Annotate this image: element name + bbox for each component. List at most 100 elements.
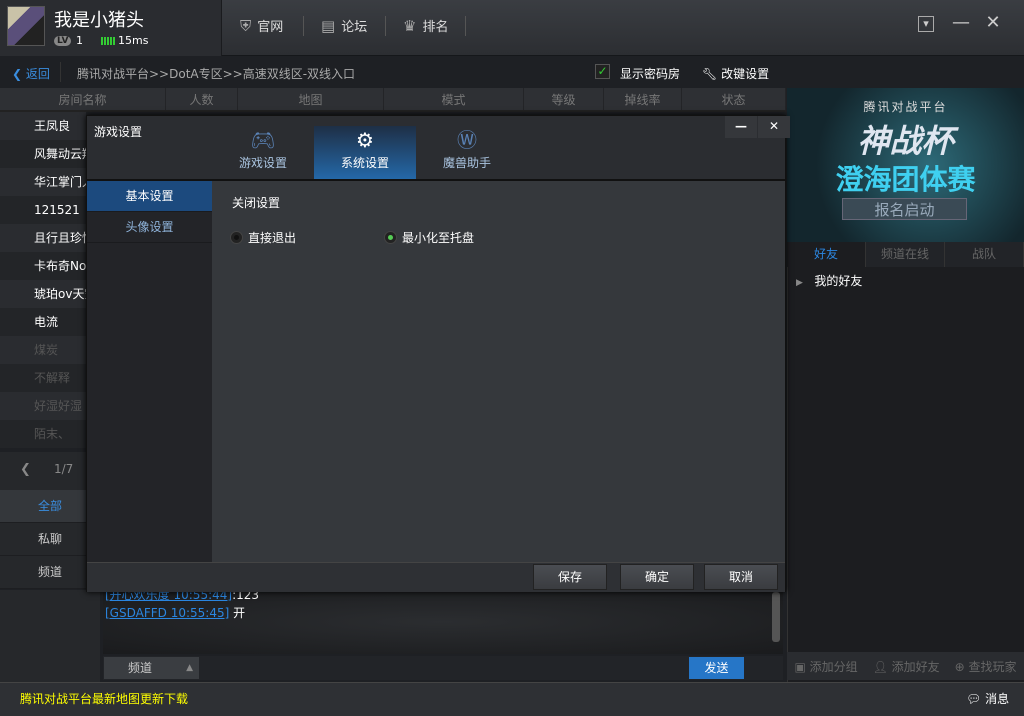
friend-tab[interactable]: 频道在线 [866, 242, 945, 267]
show-password-rooms-checkbox[interactable]: ✓ [595, 64, 610, 79]
room-row[interactable]: 风舞动云翔 [0, 140, 86, 168]
radio-icon [230, 231, 243, 244]
chat-log: [开心欢乐度 10:55:44]:123 [GSDAFFD 10:55:45] … [103, 588, 783, 654]
key-settings-label: 改键设置 [721, 67, 770, 81]
news-link[interactable]: 腾讯对战平台最新地图更新下载 [20, 690, 188, 707]
menu-avatar-settings[interactable]: 头像设置 [87, 212, 212, 243]
col-room-name[interactable]: 房间名称 [0, 88, 166, 110]
window-minimize-button[interactable]: — [950, 12, 972, 33]
chat-tabs: 全部 私聊 频道 [0, 490, 100, 589]
prev-page-button[interactable]: ❮ [20, 462, 31, 477]
settings-menu: 基本设置 头像设置 [87, 181, 212, 562]
divider [60, 62, 61, 82]
friend-tab[interactable]: 战队 [945, 242, 1024, 267]
game-settings-dialog: 游戏设置 — ✕ 🎮︎ 游戏设置 ⚙ 系统设置 Ⓦ 魔兽助手 基本设置 头像设置 关闭… [86, 115, 790, 592]
dialog-minimize-button[interactable]: — [725, 116, 757, 138]
key-settings-button[interactable]: 🔧︎ 改键设置 [702, 65, 769, 82]
room-row[interactable]: 不解释 [0, 364, 86, 392]
room-row[interactable]: 电流 [0, 308, 86, 336]
col-players[interactable]: 人数 [166, 88, 238, 110]
menu-basic-settings[interactable]: 基本设置 [87, 181, 212, 212]
ping-value: 15ms [118, 34, 149, 47]
channel-select[interactable]: 频道 ▲ [104, 657, 199, 679]
radio-selected-icon [384, 231, 397, 244]
message-icon: 💬︎ [966, 692, 982, 706]
col-status[interactable]: 状态 [682, 88, 786, 110]
col-level[interactable]: 等级 [524, 88, 604, 110]
back-button[interactable]: ❮ 返回 [12, 65, 50, 82]
send-button[interactable]: 发送 [689, 657, 744, 679]
col-mode[interactable]: 模式 [384, 88, 524, 110]
event-banner[interactable]: 腾讯对战平台 神战杯 澄海团体赛 报名启动 [787, 88, 1024, 242]
chat-tab[interactable]: 私聊 [0, 523, 100, 556]
room-row[interactable]: 陌末、 [0, 420, 86, 448]
friend-group-label: 我的好友 [814, 274, 863, 288]
window-close-button[interactable]: ✕ [982, 12, 1004, 33]
chat-tab[interactable]: 全部 [0, 490, 100, 523]
room-row[interactable]: 好湿好湿 [0, 392, 86, 420]
channel-label: 频道 [128, 661, 153, 675]
chat-sender-link[interactable]: [GSDAFFD 10:55:45] [105, 606, 229, 620]
avatar[interactable] [7, 6, 45, 46]
chat-tab[interactable]: 频道 [0, 556, 100, 589]
tab-label: 魔兽助手 [442, 156, 491, 170]
room-row[interactable]: 琥珀ov天空 [0, 280, 86, 308]
radio-minimize-to-tray[interactable]: 最小化至托盘 [384, 229, 474, 246]
col-drop-rate[interactable]: 掉线率 [604, 88, 682, 110]
messages-label: 消息 [985, 692, 1010, 706]
tab-warcraft-helper[interactable]: Ⓦ 魔兽助手 [416, 126, 518, 179]
username: 我是小猪头 [54, 10, 144, 31]
banner-signup-button[interactable]: 报名启动 [842, 198, 967, 220]
cancel-button[interactable]: 取消 [704, 564, 778, 590]
room-list: 王凤良风舞动云翔华江掌门人121521且行且珍惜卡布奇No琥珀ov天空电流煤炭不… [0, 112, 86, 448]
room-row[interactable]: 121521 [0, 196, 86, 224]
tab-game-settings[interactable]: 🎮︎ 游戏设置 [212, 126, 314, 179]
room-row[interactable]: 王凤良 [0, 112, 86, 140]
ok-button[interactable]: 确定 [620, 564, 694, 590]
nav-label: 论坛 [341, 20, 368, 35]
add-group-label: 添加分组 [809, 659, 858, 674]
friend-actions: ▣ 添加分组 👤︎ 添加好友 ⊕ 查找玩家 [787, 652, 1024, 680]
divider [385, 16, 386, 36]
tab-label: 游戏设置 [238, 156, 287, 170]
add-group-button[interactable]: ▣ 添加分组 [794, 658, 857, 675]
gamepad-icon: 🎮︎ [250, 128, 276, 152]
back-label: 返回 [25, 67, 50, 81]
room-row[interactable]: 华江掌门人 [0, 168, 86, 196]
nav-official-site[interactable]: ⛨ 官网 [240, 16, 284, 36]
show-password-rooms-label[interactable]: 显示密码房 [620, 65, 680, 82]
nav-label: 官网 [257, 20, 284, 35]
divider [465, 16, 466, 36]
col-map[interactable]: 地图 [238, 88, 384, 110]
room-row[interactable]: 卡布奇No [0, 252, 86, 280]
crown-icon: ♛ [403, 16, 417, 35]
chat-input[interactable] [103, 656, 783, 680]
dialog-title: 游戏设置 [94, 125, 143, 139]
nav-ranking[interactable]: ♛ 排名 [403, 16, 448, 36]
divider [303, 16, 304, 36]
tab-system-settings[interactable]: ⚙ 系统设置 [314, 126, 416, 179]
chevron-left-icon: ❮ [12, 67, 26, 81]
level-value: 1 [76, 34, 83, 47]
window-menu-button[interactable]: ▾ [918, 16, 934, 32]
add-friend-button[interactable]: 👤︎ 添加好友 [873, 658, 940, 675]
room-row[interactable]: 煤炭 [0, 336, 86, 364]
radio-exit-directly[interactable]: 直接退出 [230, 229, 296, 246]
find-player-button[interactable]: ⊕ 查找玩家 [955, 658, 1017, 675]
warcraft-icon: Ⓦ [457, 128, 477, 152]
chat-message: [GSDAFFD 10:55:45] 开 [105, 604, 245, 621]
save-button[interactable]: 保存 [533, 564, 607, 590]
find-player-label: 查找玩家 [968, 659, 1017, 674]
gear-icon: ⚙ [356, 128, 374, 152]
tab-label: 系统设置 [340, 156, 389, 170]
nav-forum[interactable]: ▤ 论坛 [321, 16, 368, 36]
chat-scrollbar[interactable] [772, 592, 780, 642]
friend-group[interactable]: ▶ 我的好友 [796, 272, 862, 289]
dialog-close-button[interactable]: ✕ [758, 116, 790, 138]
messages-button[interactable]: 💬︎ 消息 [966, 690, 1009, 707]
chat-text: 开 [229, 606, 246, 620]
settings-content: 关闭设置 直接退出 最小化至托盘 [212, 181, 785, 562]
room-row[interactable]: 且行且珍惜 [0, 224, 86, 252]
caret-right-icon: ▶ [796, 278, 803, 288]
friend-tab[interactable]: 好友 [787, 242, 866, 267]
